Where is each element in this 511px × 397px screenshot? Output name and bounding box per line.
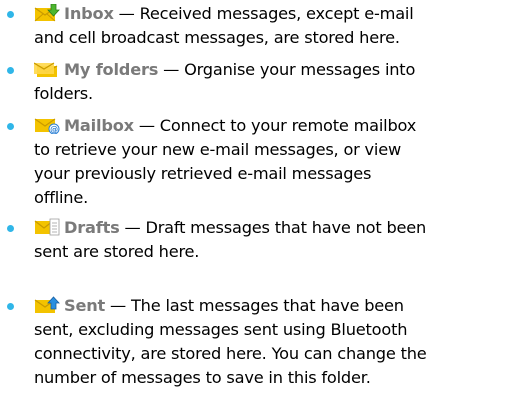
bullet: [7, 67, 14, 74]
description-text: to retrieve your new e-mail messages, or…: [34, 140, 402, 159]
description-text: offline.: [34, 188, 89, 207]
description-text: — Connect to your remote mailbox: [133, 116, 417, 135]
description-text: your previously retrieved e-mail message…: [34, 164, 372, 183]
description-text: — Organise your messages into: [158, 60, 416, 79]
folder-label: My folders: [64, 60, 159, 79]
bullet: [7, 123, 14, 130]
bullet: [7, 11, 14, 18]
mailbox-icon: @: [34, 116, 62, 134]
description-text: folders.: [34, 84, 93, 103]
description-text: — Received messages, except e-mail: [113, 4, 414, 23]
folder-label: Sent: [64, 296, 106, 315]
description-text: — Draft messages that have not been: [119, 218, 427, 237]
message-folders-list: Inbox — Received messages, except e-mail…: [0, 0, 511, 397]
description-text: sent are stored here.: [34, 242, 200, 261]
svg-text:@: @: [50, 125, 58, 134]
inbox-icon: [34, 4, 62, 22]
sent-icon: [34, 296, 62, 314]
folder-label: Mailbox: [64, 116, 134, 135]
my-folders-icon: [34, 60, 62, 78]
drafts-icon: [34, 218, 62, 236]
folder-label: Drafts: [64, 218, 120, 237]
folder-label: Inbox: [64, 4, 114, 23]
description-text: number of messages to save in this folde…: [34, 368, 371, 387]
description-text: and cell broadcast messages, are stored …: [34, 28, 400, 47]
description-text: — The last messages that have been: [105, 296, 404, 315]
description-text: connectivity, are stored here. You can c…: [34, 344, 427, 363]
bullet: [7, 303, 14, 310]
bullet: [7, 225, 14, 232]
description-text: sent, excluding messages sent using Blue…: [34, 320, 408, 339]
